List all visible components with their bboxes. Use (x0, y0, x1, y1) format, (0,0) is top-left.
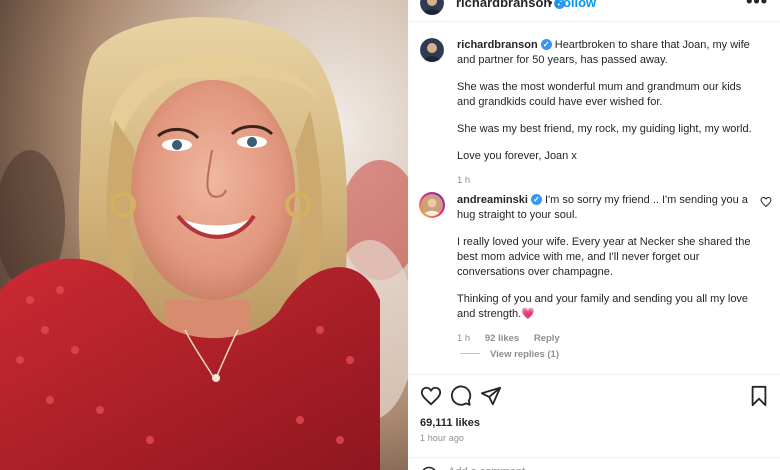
comment-likes[interactable]: 92 likes (485, 333, 519, 344)
comment-time[interactable]: 1 h (457, 333, 470, 344)
heart-icon[interactable] (420, 385, 442, 407)
action-bar: 69,111 likes 1 hour ago (408, 374, 780, 470)
author-avatar[interactable] (420, 0, 444, 15)
separator-dot: • (548, 0, 553, 10)
caption-author-username[interactable]: richardbranson (457, 39, 538, 51)
caption-line-2: She was the most wonderful mum and grand… (457, 81, 742, 108)
comment-icon[interactable] (450, 385, 472, 407)
verified-badge-icon: ✓ (530, 194, 542, 205)
post-timestamp: 1 hour ago (420, 433, 465, 443)
add-comment-input[interactable] (448, 466, 708, 470)
follow-button[interactable]: Follow (555, 0, 596, 10)
comment-line-2: I really loved your wife. Every year at … (457, 236, 751, 278)
caption-time[interactable]: 1 h (457, 175, 470, 186)
post-header: richardbranson ✓ • Follow ••• (408, 0, 780, 22)
like-comment-heart-icon[interactable] (760, 196, 772, 208)
replies-line (460, 353, 480, 354)
caption-author-avatar[interactable] (420, 38, 444, 62)
share-icon[interactable] (480, 385, 502, 407)
comment-body: andreaminski ✓ I'm so sorry my friend .. … (457, 193, 757, 346)
commenter-username[interactable]: andreaminski (457, 194, 528, 206)
view-replies-button[interactable]: View replies (1) (460, 349, 559, 360)
caption-meta: 1 h (457, 173, 757, 188)
portrait-image (0, 0, 408, 470)
caption-line-3: She was my best friend, my rock, my guid… (457, 123, 752, 135)
comment-line-3: Thinking of you and your family and send… (457, 293, 749, 320)
post-photo (0, 0, 408, 470)
commenter-avatar[interactable] (419, 192, 445, 218)
more-options-icon[interactable]: ••• (746, 0, 768, 12)
caption-line-4: Love you forever, Joan x (457, 150, 577, 162)
pink-heart-emoji: 💗 (521, 308, 535, 320)
caption-body: richardbranson ✓ Heartbroken to share tha… (457, 38, 757, 188)
add-comment-bar (408, 457, 780, 470)
bookmark-icon[interactable] (748, 385, 770, 407)
emoji-icon[interactable] (420, 466, 438, 470)
post-panel: richardbranson ✓ • Follow ••• richardbran… (408, 0, 780, 470)
comment-meta: 1 h 92 likes Reply (457, 331, 757, 346)
reply-button[interactable]: Reply (534, 333, 560, 344)
post-likes-count[interactable]: 69,111 likes (420, 417, 480, 429)
verified-badge-icon: ✓ (540, 39, 552, 50)
